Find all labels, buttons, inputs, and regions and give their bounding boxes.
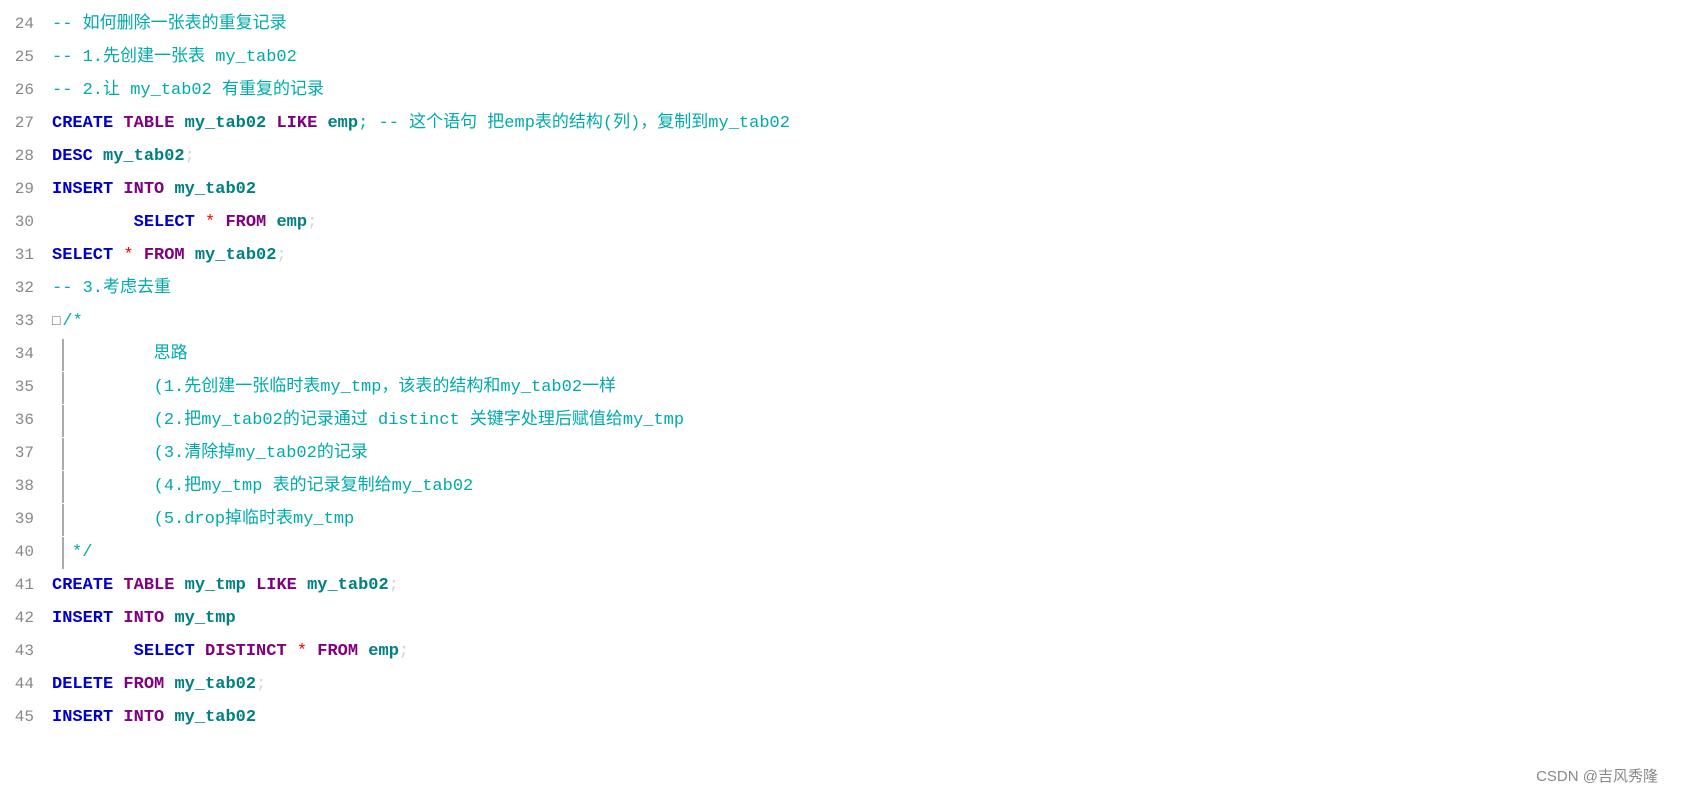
code-editor: 24-- 如何删除一张表的重复记录25-- 1.先创建一张表 my_tab022…: [0, 0, 1682, 801]
line-content: INSERT INTO my_tmp: [52, 603, 1682, 635]
line-content: CREATE TABLE my_tab02 LIKE emp; -- 这个语句 …: [52, 108, 1682, 140]
line-number: 45: [0, 701, 52, 733]
code-line: 38 (4.把my_tmp 表的记录复制给my_tab02: [0, 470, 1682, 503]
code-line: 42INSERT INTO my_tmp: [0, 602, 1682, 635]
line-number: 36: [0, 404, 52, 436]
line-content: SELECT * FROM emp;: [52, 207, 1682, 239]
line-number: 29: [0, 173, 52, 205]
line-content: (4.把my_tmp 表的记录复制给my_tab02: [52, 471, 1682, 503]
code-line: 31SELECT * FROM my_tab02;: [0, 239, 1682, 272]
code-line: 26-- 2.让 my_tab02 有重复的记录: [0, 74, 1682, 107]
watermark: CSDN @吉风秀隆: [1536, 765, 1658, 789]
code-line: 24-- 如何删除一张表的重复记录: [0, 8, 1682, 41]
line-content: INSERT INTO my_tab02: [52, 174, 1682, 206]
fold-border: (5.drop掉临时表my_tmp: [62, 504, 354, 536]
line-number: 25: [0, 41, 52, 73]
line-number: 30: [0, 206, 52, 238]
code-line: 29INSERT INTO my_tab02: [0, 173, 1682, 206]
fold-border: (3.清除掉my_tab02的记录: [62, 438, 368, 470]
line-number: 31: [0, 239, 52, 271]
line-number: 24: [0, 8, 52, 40]
line-content: CREATE TABLE my_tmp LIKE my_tab02;: [52, 570, 1682, 602]
fold-border: 思路: [62, 339, 188, 371]
fold-icon[interactable]: □: [52, 314, 60, 330]
line-content: (1.先创建一张临时表my_tmp，该表的结构和my_tab02一样: [52, 372, 1682, 404]
line-number: 44: [0, 668, 52, 700]
line-number: 38: [0, 470, 52, 502]
line-number: 32: [0, 272, 52, 304]
code-line: 44DELETE FROM my_tab02;: [0, 668, 1682, 701]
code-line: 27CREATE TABLE my_tab02 LIKE emp; -- 这个语…: [0, 107, 1682, 140]
code-line: 33□/*: [0, 305, 1682, 338]
line-content: DELETE FROM my_tab02;: [52, 669, 1682, 701]
line-number: 27: [0, 107, 52, 139]
code-line: 30 SELECT * FROM emp;: [0, 206, 1682, 239]
line-content: (2.把my_tab02的记录通过 distinct 关键字处理后赋值给my_t…: [52, 405, 1682, 437]
line-content: INSERT INTO my_tab02: [52, 702, 1682, 734]
line-content: DESC my_tab02;: [52, 141, 1682, 173]
line-content: SELECT * FROM my_tab02;: [52, 240, 1682, 272]
code-line: 35 (1.先创建一张临时表my_tmp，该表的结构和my_tab02一样: [0, 371, 1682, 404]
code-line: 40 */: [0, 536, 1682, 569]
code-line: 25-- 1.先创建一张表 my_tab02: [0, 41, 1682, 74]
fold-border-end: */: [62, 537, 92, 569]
line-number: 41: [0, 569, 52, 601]
line-number: 37: [0, 437, 52, 469]
line-content: SELECT DISTINCT * FROM emp;: [52, 636, 1682, 668]
line-content: □/*: [52, 306, 1682, 338]
fold-border: (2.把my_tab02的记录通过 distinct 关键字处理后赋值给my_t…: [62, 405, 684, 437]
line-content: -- 如何删除一张表的重复记录: [52, 9, 1682, 41]
code-line: 34 思路: [0, 338, 1682, 371]
line-content: -- 1.先创建一张表 my_tab02: [52, 42, 1682, 74]
code-line: 39 (5.drop掉临时表my_tmp: [0, 503, 1682, 536]
code-line: 32-- 3.考虑去重: [0, 272, 1682, 305]
line-content: (3.清除掉my_tab02的记录: [52, 438, 1682, 470]
code-line: 36 (2.把my_tab02的记录通过 distinct 关键字处理后赋值给m…: [0, 404, 1682, 437]
fold-border: (1.先创建一张临时表my_tmp，该表的结构和my_tab02一样: [62, 372, 616, 404]
line-number: 39: [0, 503, 52, 535]
line-number: 34: [0, 338, 52, 370]
code-line: 28DESC my_tab02;: [0, 140, 1682, 173]
line-content: */: [52, 537, 1682, 569]
line-number: 35: [0, 371, 52, 403]
line-number: 26: [0, 74, 52, 106]
line-content: 思路: [52, 339, 1682, 371]
line-content: (5.drop掉临时表my_tmp: [52, 504, 1682, 536]
line-number: 43: [0, 635, 52, 667]
code-content: 24-- 如何删除一张表的重复记录25-- 1.先创建一张表 my_tab022…: [0, 0, 1682, 742]
code-line: 45INSERT INTO my_tab02: [0, 701, 1682, 734]
line-number: 42: [0, 602, 52, 634]
code-line: 43 SELECT DISTINCT * FROM emp;: [0, 635, 1682, 668]
fold-border: (4.把my_tmp 表的记录复制给my_tab02: [62, 471, 473, 503]
line-content: -- 2.让 my_tab02 有重复的记录: [52, 75, 1682, 107]
line-content: -- 3.考虑去重: [52, 273, 1682, 305]
code-line: 41CREATE TABLE my_tmp LIKE my_tab02;: [0, 569, 1682, 602]
line-number: 28: [0, 140, 52, 172]
line-number: 40: [0, 536, 52, 568]
code-line: 37 (3.清除掉my_tab02的记录: [0, 437, 1682, 470]
line-number: 33: [0, 305, 52, 337]
